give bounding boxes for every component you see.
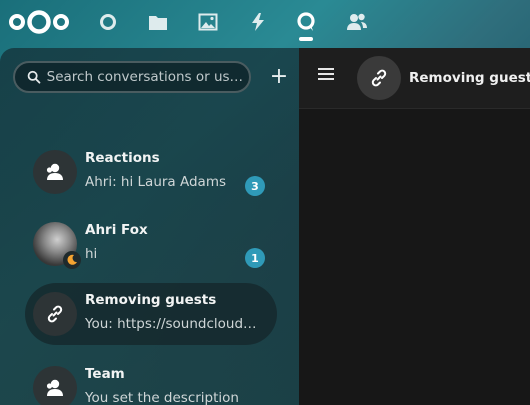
search-box[interactable] [13, 61, 251, 93]
files-app-icon[interactable] [146, 10, 170, 34]
menu-line [318, 68, 334, 70]
activity-app-icon[interactable] [246, 10, 270, 34]
search-input[interactable] [46, 69, 249, 85]
conversation-last-message: Ahri: hi Laura Adams [85, 174, 227, 190]
status-away-badge [63, 251, 81, 269]
image-icon [198, 13, 218, 31]
moon-icon [67, 254, 77, 265]
conversation-title: Reactions [85, 150, 160, 166]
contacts-app-icon[interactable] [345, 10, 369, 34]
avatar [33, 292, 77, 336]
nextcloud-logo[interactable] [8, 9, 70, 35]
folder-icon [149, 16, 167, 30]
contacts-icon [347, 13, 367, 30]
unread-count-badge: 3 [245, 176, 265, 196]
unread-count-badge: 1 [245, 248, 265, 268]
conversation-last-message: You: https://soundcloud.com [85, 316, 257, 332]
link-icon [47, 305, 63, 323]
new-conversation-button[interactable]: + [268, 66, 290, 88]
conversation-item-reactions[interactable]: Reactions Ahri: hi Laura Adams 3 [25, 141, 277, 203]
menu-toggle-button[interactable] [318, 68, 334, 82]
top-app-bar [0, 0, 530, 48]
menu-line [318, 73, 334, 75]
chat-header: Removing guests [299, 48, 530, 109]
conversation-title: Team [85, 366, 125, 382]
circle-icon [100, 14, 116, 30]
group-icon [46, 379, 63, 396]
lightning-icon [252, 13, 264, 31]
chat-panel: Removing guests [299, 48, 530, 405]
menu-line [318, 78, 334, 80]
conversation-item-team[interactable]: Team You set the description [25, 357, 277, 405]
conversation-last-message: You set the description [85, 390, 239, 405]
avatar [33, 150, 77, 194]
conversation-last-message: hi [85, 246, 98, 262]
active-app-indicator [299, 37, 313, 41]
conversation-item-removing-guests[interactable]: Removing guests You: https://soundcloud.… [25, 283, 277, 345]
dashboard-app-icon[interactable] [96, 10, 120, 34]
photos-app-icon[interactable] [196, 10, 220, 34]
avatar [33, 366, 77, 405]
search-icon [27, 70, 41, 84]
room-avatar[interactable] [357, 56, 401, 100]
conversation-title: Removing guests [85, 292, 217, 308]
room-title[interactable]: Removing guests [409, 70, 530, 86]
talk-bubble-icon [297, 12, 315, 31]
conversation-list-panel: + Reactions Ahri: hi Laura Adams 3 Ahri … [0, 48, 299, 405]
conversation-item-ahri-fox[interactable]: Ahri Fox hi 1 [25, 213, 277, 275]
conversation-title: Ahri Fox [85, 222, 148, 238]
talk-app-icon[interactable] [294, 10, 318, 34]
link-icon [371, 69, 387, 87]
group-icon [46, 163, 63, 180]
